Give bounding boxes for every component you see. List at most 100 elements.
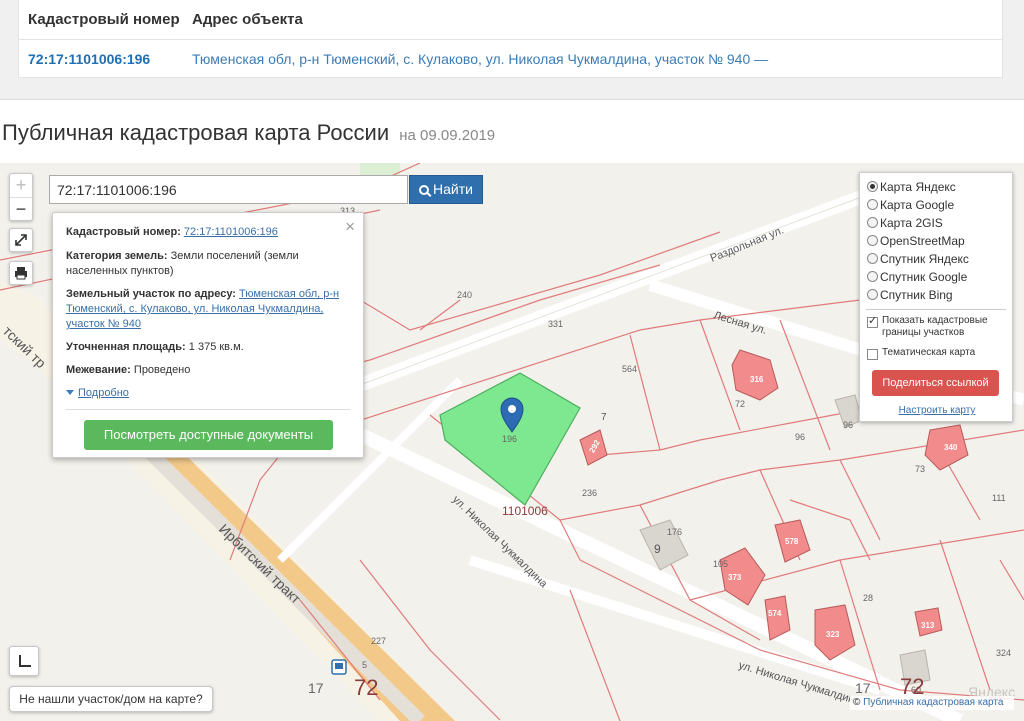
table-row[interactable]: 72:17:1101006:196 Тюменская обл, р-н Тюм… xyxy=(19,40,1002,78)
search-button-label: Найти xyxy=(433,181,473,197)
view-documents-button[interactable]: Посмотреть доступные документы xyxy=(84,420,333,450)
checkbox-icon xyxy=(867,315,878,328)
radio-icon xyxy=(867,181,878,192)
building-label: 574 xyxy=(768,609,782,618)
show-boundaries-checkbox[interactable]: Показать кадастровые границы участков xyxy=(867,315,1012,339)
parcel-label: 105 xyxy=(713,559,728,569)
search-button[interactable]: Найти xyxy=(409,175,483,204)
info-category-row: Категория земель: Земли поселений (земли… xyxy=(66,249,351,279)
measure-button[interactable] xyxy=(9,646,39,676)
region-label: 72 xyxy=(354,675,378,700)
copyright-link[interactable]: Публичная кадастровая карта xyxy=(863,697,1003,708)
divider xyxy=(66,409,350,410)
info-address-row: Земельный участок по адресу: Тюменская о… xyxy=(66,287,351,332)
parcel-label: 7 xyxy=(601,412,607,423)
layer-option-2gis-map[interactable]: Карта 2GIS xyxy=(867,215,943,231)
results-area: Кадастровый номер Адрес объекта 72:17:11… xyxy=(0,0,1024,100)
page-title-text: Публичная кадастровая карта России xyxy=(2,120,390,145)
parcel-label: 5 xyxy=(362,660,367,670)
building-label: 373 xyxy=(728,573,742,582)
layer-option-label: OpenStreetMap xyxy=(880,234,965,248)
info-more-row[interactable]: Подробно xyxy=(66,386,351,401)
building-label: 323 xyxy=(826,630,840,639)
building-label: 340 xyxy=(944,443,958,452)
radio-icon xyxy=(867,199,878,210)
info-survey-label: Межевание: xyxy=(66,364,131,376)
layer-option-yandex-satellite[interactable]: Спутник Яндекс xyxy=(867,251,969,267)
layer-option-label: Карта Яндекс xyxy=(880,180,956,194)
expand-icon xyxy=(15,234,27,246)
configure-map-link[interactable]: Настроить карту xyxy=(860,405,1014,416)
info-cadastral-link[interactable]: 72:17:1101006:196 xyxy=(184,226,278,238)
divider xyxy=(866,309,1006,310)
parcel-label: 176 xyxy=(667,527,682,537)
map-copyright: © Публичная кадастровая карта xyxy=(850,696,1014,710)
parcel-label: 240 xyxy=(457,290,472,300)
more-details-link[interactable]: Подробно xyxy=(78,387,129,399)
printer-icon xyxy=(15,267,27,280)
table-header-row: Кадастровый номер Адрес объекта xyxy=(19,0,1002,40)
parcel-info-popup: × Кадастровый номер: 72:17:1101006:196 К… xyxy=(52,212,364,458)
show-boundaries-label: Показать кадастровые границы участков xyxy=(882,315,988,338)
info-area-row: Уточненная площадь: 1 375 кв.м. xyxy=(66,340,351,355)
parcel-label: 236 xyxy=(582,488,597,498)
radio-icon xyxy=(867,289,878,300)
zoom-control: + − xyxy=(9,173,33,221)
radio-icon xyxy=(867,235,878,246)
radio-icon xyxy=(867,253,878,264)
info-area-value: 1 375 кв.м. xyxy=(188,341,244,353)
info-cadastral-row: Кадастровый номер: 72:17:1101006:196 xyxy=(66,225,351,240)
quarter-label: 1101006 xyxy=(502,504,548,518)
parcel-label: 227 xyxy=(371,636,386,646)
parcel-label: 564 xyxy=(622,364,637,374)
checkbox-icon xyxy=(867,349,878,360)
parcel-label: 73 xyxy=(915,464,925,474)
chevron-down-icon xyxy=(66,390,74,395)
parcel-label: 324 xyxy=(996,648,1011,658)
radio-icon xyxy=(867,217,878,228)
parcel-label: 331 xyxy=(548,319,563,329)
layer-option-label: Карта Google xyxy=(880,198,955,212)
fullscreen-button[interactable] xyxy=(9,228,33,252)
share-link-button[interactable]: Поделиться ссылкой xyxy=(872,370,999,396)
zoom-in-button[interactable]: + xyxy=(10,174,32,197)
column-header-address: Адрес объекта xyxy=(192,11,303,28)
thematic-map-checkbox[interactable]: Тематическая карта xyxy=(867,347,975,360)
column-header-cadastral: Кадастровый номер xyxy=(28,11,180,28)
district-label: 17 xyxy=(308,680,324,696)
bus-stop-icon xyxy=(331,659,347,675)
parcel-label: 96 xyxy=(795,432,805,442)
info-address-label: Земельный участок по адресу: xyxy=(66,288,236,300)
parcel-label: 96 xyxy=(843,420,853,430)
district-label: 17 xyxy=(855,680,871,696)
ruler-icon xyxy=(19,655,31,667)
results-table: Кадастровый номер Адрес объекта 72:17:11… xyxy=(18,0,1003,78)
cadastral-search-input[interactable] xyxy=(49,175,408,204)
parcel-label: 72 xyxy=(735,399,745,409)
copyright-symbol: © xyxy=(853,697,861,708)
cadastral-number-link[interactable]: 72:17:1101006:196 xyxy=(28,51,150,67)
not-found-button[interactable]: Не нашли участок/дом на карте? xyxy=(9,686,213,712)
building-label: 313 xyxy=(921,621,935,630)
parcel-label: 28 xyxy=(863,593,873,603)
search-icon xyxy=(419,185,430,195)
info-survey-value: Проведено xyxy=(133,364,191,376)
info-survey-row: Межевание: Проведено xyxy=(66,363,351,378)
page-title-date: на 09.09.2019 xyxy=(399,127,496,144)
address-link[interactable]: Тюменская обл, р-н Тюменский, с. Кулаков… xyxy=(192,51,768,67)
layer-option-yandex-map[interactable]: Карта Яндекс xyxy=(867,179,956,195)
zoom-out-button[interactable]: − xyxy=(10,197,32,220)
layer-option-osm[interactable]: OpenStreetMap xyxy=(867,233,965,249)
layer-option-bing-satellite[interactable]: Спутник Bing xyxy=(867,287,953,303)
info-cadastral-label: Кадастровый номер: xyxy=(66,226,181,238)
parcel-label: 111 xyxy=(992,493,1006,503)
print-button[interactable] xyxy=(9,261,33,285)
layer-option-google-satellite[interactable]: Спутник Google xyxy=(867,269,967,285)
building-label: 316 xyxy=(750,375,764,384)
page-title: Публичная кадастровая карта России на 09… xyxy=(2,120,495,146)
layer-option-label: Спутник Google xyxy=(880,270,968,284)
layer-option-label: Спутник Bing xyxy=(880,288,953,302)
layer-option-label: Спутник Яндекс xyxy=(880,252,969,266)
layer-option-google-map[interactable]: Карта Google xyxy=(867,197,954,213)
map-layers-panel: Карта Яндекс Карта Google Карта 2GIS Ope… xyxy=(859,172,1013,422)
